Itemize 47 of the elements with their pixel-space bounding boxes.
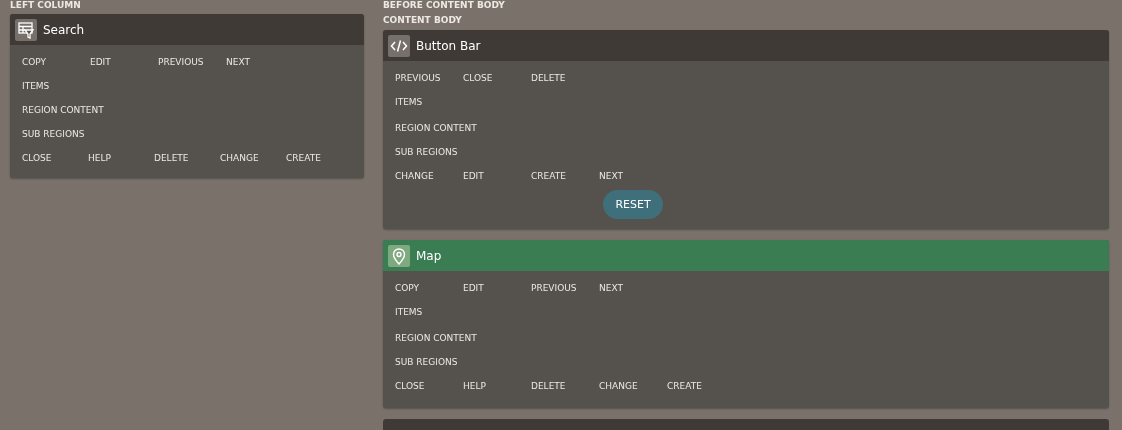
button-position[interactable]: EDIT (463, 171, 531, 181)
reset-button[interactable]: RESET (603, 190, 663, 219)
button-position[interactable]: CREATE (286, 153, 352, 163)
button-position[interactable]: CREATE (531, 171, 599, 181)
code-icon (388, 34, 410, 57)
button-position[interactable]: PREVIOUS (531, 283, 599, 293)
button-position[interactable]: DELETE (154, 153, 220, 163)
button-position[interactable]: EDIT (463, 283, 531, 293)
button-position[interactable]: EDIT (90, 57, 158, 67)
button-position[interactable]: DELETE (531, 381, 599, 391)
map-pin-icon (388, 244, 410, 267)
column-label: BEFORE CONTENT BODY (383, 0, 506, 11)
column-label: LEFT COLUMN (10, 0, 82, 11)
region-slot[interactable]: ITEMS (395, 300, 1097, 324)
button-position[interactable]: NEXT (599, 171, 667, 181)
region-card[interactable]: Search COPY EDIT PREVIOUS NEXT ITEMS REGION CONTENT SUB REGIONS CLOSE HELP DELETE CHANGE CREATE (10, 14, 364, 178)
button-position[interactable]: CLOSE (463, 73, 531, 83)
region-slot[interactable]: REGION CONTENT (22, 98, 352, 122)
region-header[interactable]: Button Bar (383, 30, 1109, 61)
button-position[interactable]: DELETE (531, 73, 599, 83)
section-label: CONTENT BODY (383, 15, 463, 26)
region-card[interactable]: Map COPY EDIT PREVIOUS NEXT ITEMS REGION CONTENT SUB REGIONS CLOSE HELP DELETE CHANGE CREATE (383, 240, 1109, 408)
button-position[interactable]: CHANGE (395, 171, 463, 181)
button-position[interactable]: CLOSE (22, 153, 88, 163)
button-position[interactable]: CHANGE (599, 381, 667, 391)
button-position[interactable]: HELP (463, 381, 531, 391)
region-header[interactable]: Map (383, 240, 1109, 271)
button-position[interactable]: CLOSE (395, 381, 463, 391)
button-position[interactable]: COPY (22, 57, 90, 67)
region-slot[interactable]: SUB REGIONS (395, 350, 1097, 374)
region-slot[interactable]: REGION CONTENT (395, 116, 1097, 140)
button-position[interactable]: HELP (88, 153, 154, 163)
button-position[interactable]: PREVIOUS (395, 73, 463, 83)
button-position[interactable]: CREATE (667, 381, 735, 391)
table-filter-icon (15, 18, 37, 41)
region-slot[interactable]: ITEMS (22, 74, 352, 98)
region-card[interactable]: Button Bar PREVIOUS CLOSE DELETE ITEMS REGION CONTENT SUB REGIONS CHANGE EDIT CREATE NEXT RESET (383, 30, 1109, 229)
button-position[interactable]: CHANGE (220, 153, 286, 163)
region-header[interactable]: Search (10, 14, 364, 45)
region-slot[interactable]: ITEMS (395, 90, 1097, 114)
region-slot[interactable]: REGION CONTENT (395, 326, 1097, 350)
button-position[interactable]: NEXT (599, 283, 667, 293)
region-slot[interactable]: SUB REGIONS (395, 140, 1097, 164)
button-position[interactable]: PREVIOUS (158, 57, 226, 67)
button-position[interactable]: COPY (395, 283, 463, 293)
region-slot[interactable]: SUB REGIONS (22, 122, 352, 146)
button-position[interactable]: NEXT (226, 57, 294, 67)
